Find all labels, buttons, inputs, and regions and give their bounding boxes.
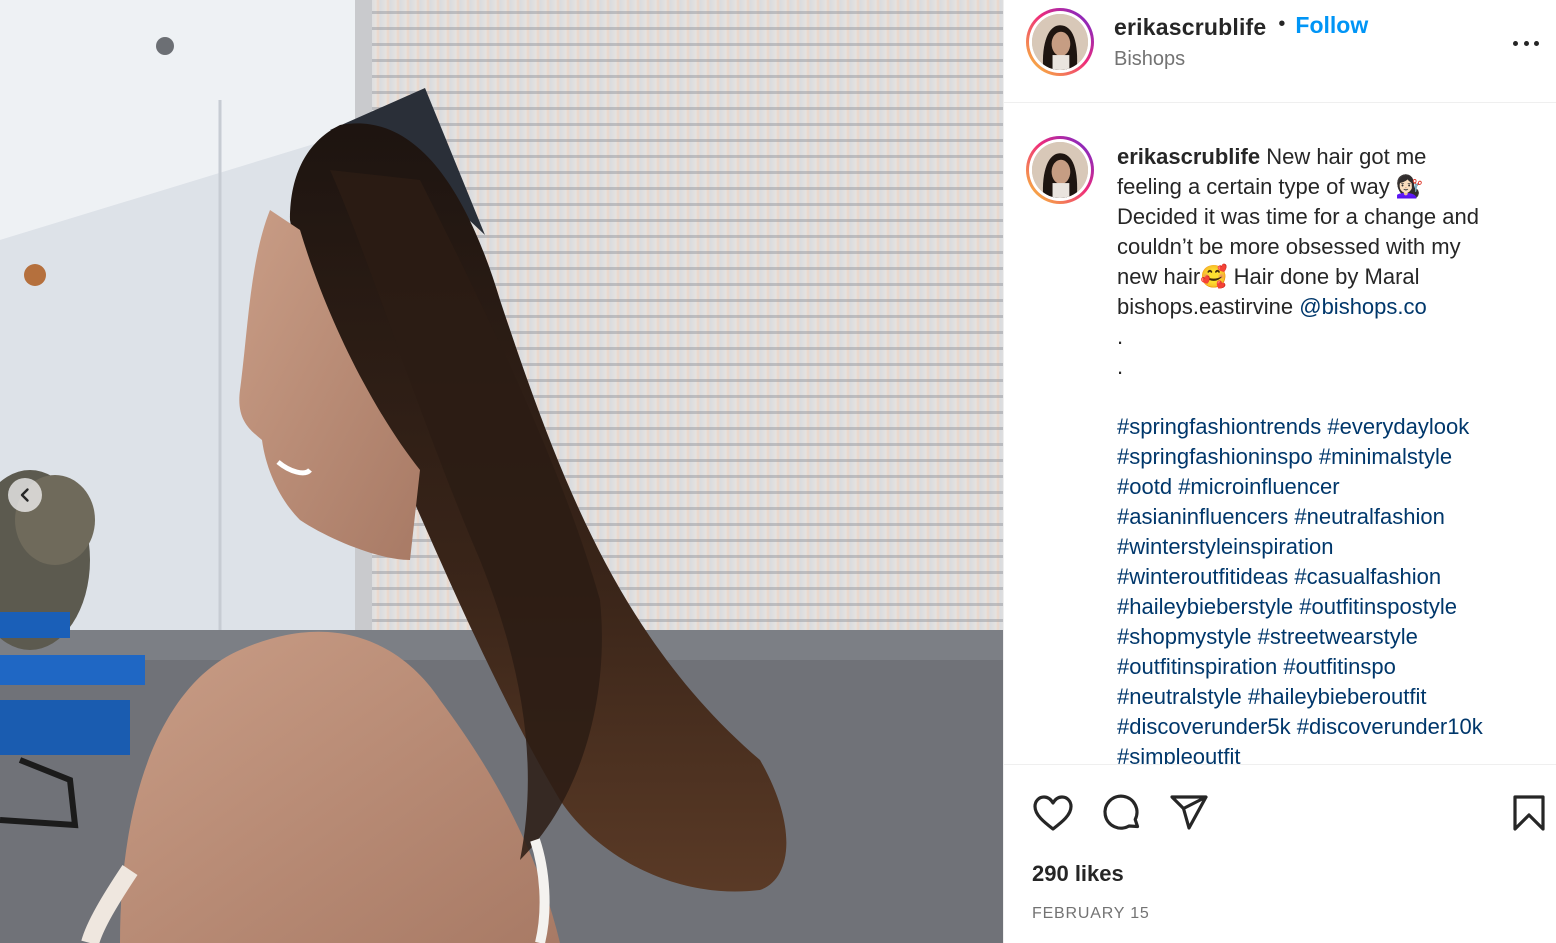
hashtag-link[interactable]: #haileybieberoutfit: [1248, 684, 1427, 709]
hashtag-link[interactable]: #simpleoutfit: [1117, 744, 1241, 764]
comment-icon: [1103, 794, 1140, 830]
mention-link[interactable]: @bishops.co: [1299, 294, 1427, 319]
hashtag-link[interactable]: #discoverunder10k: [1297, 714, 1483, 739]
hashtag-link[interactable]: #neutralfashion: [1294, 504, 1444, 529]
hashtag-link[interactable]: #winteroutfitideas: [1117, 564, 1288, 589]
caption-username[interactable]: erikascrublife: [1117, 144, 1260, 169]
caption-avatar[interactable]: [1026, 136, 1094, 204]
hashtag-link[interactable]: #haileybieberstyle: [1117, 594, 1293, 619]
hashtag-list: #springfashiontrends #everydaylook #spri…: [1117, 412, 1556, 764]
caption-text: .: [1117, 354, 1124, 379]
caption-text: bishops.eastirvine: [1117, 294, 1294, 319]
hashtag-link[interactable]: #shopmystyle: [1117, 624, 1252, 649]
hashtag-link[interactable]: #discoverunder5k: [1117, 714, 1291, 739]
more-options-icon[interactable]: [1509, 28, 1543, 58]
avatar[interactable]: [1026, 8, 1094, 76]
post-header: erikascrublife • Follow Bishops: [1004, 0, 1556, 103]
share-button[interactable]: [1167, 791, 1211, 835]
hashtag-link[interactable]: #microinfluencer: [1178, 474, 1339, 499]
previous-photo-button[interactable]: [8, 478, 42, 512]
caption-text: new hair🥰 Hair done by Maral: [1117, 264, 1420, 289]
caption-text: feeling a certain type of way 💇🏻‍♀️: [1117, 174, 1424, 199]
bookmark-icon: [1513, 795, 1545, 831]
heart-icon: [1033, 795, 1073, 831]
hashtag-link[interactable]: #asianinfluencers: [1117, 504, 1288, 529]
like-button[interactable]: [1031, 791, 1075, 835]
location-link[interactable]: Bishops: [1114, 48, 1185, 71]
comment-button[interactable]: [1100, 791, 1144, 835]
caption-text: Decided it was time for a change and: [1117, 204, 1479, 229]
photo-scene: [0, 0, 1003, 943]
avatar-image: [1032, 142, 1088, 198]
header-username[interactable]: erikascrublife: [1114, 14, 1266, 41]
caption-text: couldn’t be more obsessed with my: [1117, 234, 1461, 259]
comments-section: erikascrublife New hair got me feeling a…: [1004, 104, 1556, 764]
post-date[interactable]: FEBRUARY 15: [1032, 905, 1150, 923]
hashtag-link[interactable]: #ootd: [1117, 474, 1172, 499]
hashtag-link[interactable]: #casualfashion: [1294, 564, 1441, 589]
post-caption: erikascrublife New hair got me feeling a…: [1117, 142, 1547, 382]
hashtag-link[interactable]: #winterstyleinspiration: [1117, 534, 1333, 559]
follow-button[interactable]: Follow: [1295, 12, 1368, 39]
header-user-line: erikascrublife • Follow: [1114, 12, 1368, 41]
hashtag-link[interactable]: #springfashiontrends: [1117, 414, 1321, 439]
hashtag-link[interactable]: #everydaylook: [1327, 414, 1469, 439]
hashtag-link[interactable]: #springfashioninspo: [1117, 444, 1313, 469]
caption-text: .: [1117, 324, 1124, 349]
hashtag-link[interactable]: #minimalstyle: [1319, 444, 1452, 469]
avatar-image: [1032, 14, 1088, 70]
post-sidebar: erikascrublife • Follow Bishops erikascr…: [1003, 0, 1556, 943]
hashtag-link[interactable]: #outfitinspiration: [1117, 654, 1277, 679]
save-button[interactable]: [1507, 791, 1551, 835]
like-count[interactable]: 290 likes: [1032, 861, 1124, 887]
post-photo[interactable]: [0, 0, 1003, 943]
hashtag-link[interactable]: #outfitinspostyle: [1299, 594, 1457, 619]
share-icon: [1170, 795, 1208, 830]
hashtag-link[interactable]: #streetwearstyle: [1258, 624, 1418, 649]
chevron-left-icon: [20, 488, 29, 502]
post-actions: 290 likes FEBRUARY 15: [1004, 764, 1556, 943]
separator-dot: •: [1278, 13, 1286, 35]
hashtag-link[interactable]: #outfitinspo: [1283, 654, 1396, 679]
caption-text: New hair got me: [1266, 144, 1427, 169]
hashtag-link[interactable]: #neutralstyle: [1117, 684, 1242, 709]
